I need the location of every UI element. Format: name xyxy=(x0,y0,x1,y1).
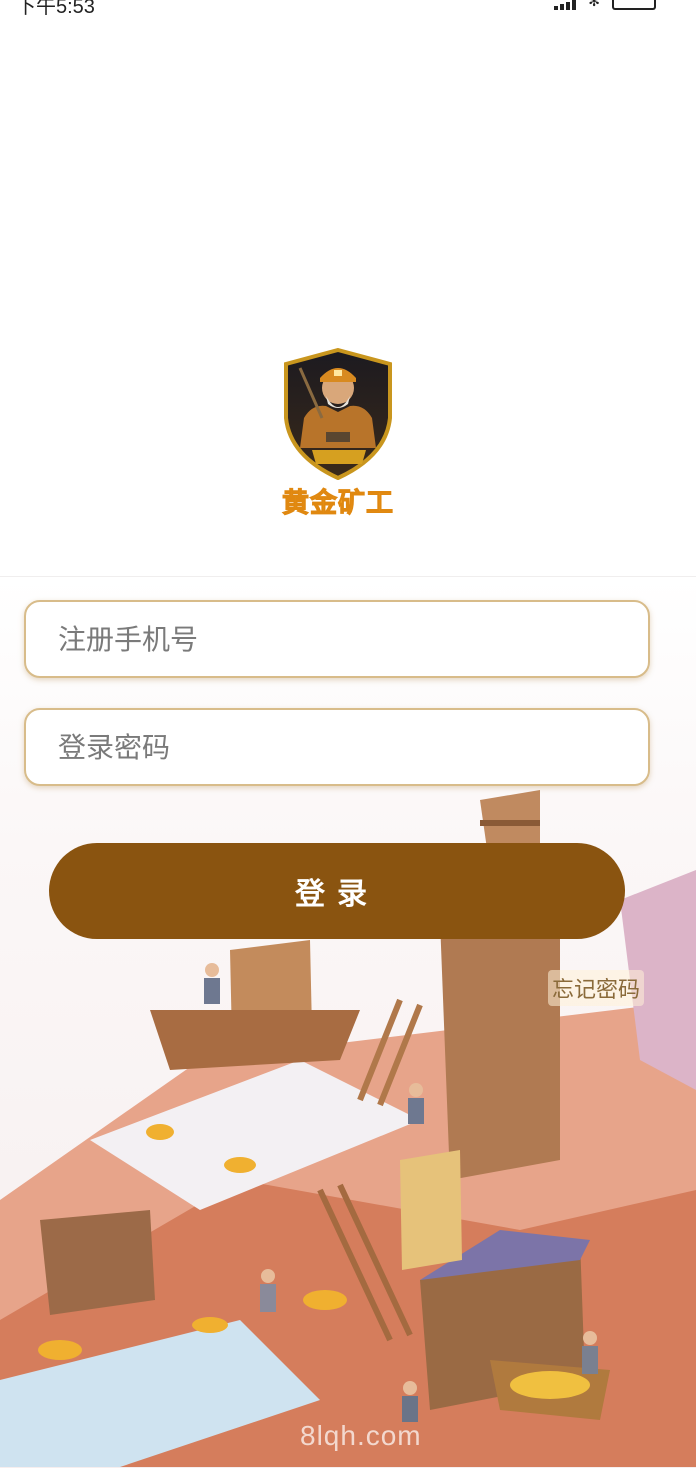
status-icons: ✻ xyxy=(554,0,656,10)
login-button[interactable]: 登录 xyxy=(49,843,625,939)
status-time: 下午5:53 xyxy=(16,0,95,18)
password-input[interactable] xyxy=(56,729,648,765)
signal-icon xyxy=(554,0,577,10)
app-logo: 黄金矿工 xyxy=(280,348,396,520)
status-bar: 下午5:53 ✻ xyxy=(0,0,696,18)
miner-badge-icon xyxy=(284,348,392,480)
phone-field[interactable] xyxy=(24,600,650,678)
phone-input[interactable] xyxy=(56,621,648,657)
watermark: 8lqh.com xyxy=(300,1420,422,1451)
password-field[interactable] xyxy=(24,708,650,786)
wifi-icon: ✻ xyxy=(588,0,600,10)
battery-icon xyxy=(612,0,656,10)
forgot-password-link[interactable]: 忘记密码 xyxy=(548,970,645,1006)
app-name: 黄金矿工 xyxy=(282,488,394,520)
